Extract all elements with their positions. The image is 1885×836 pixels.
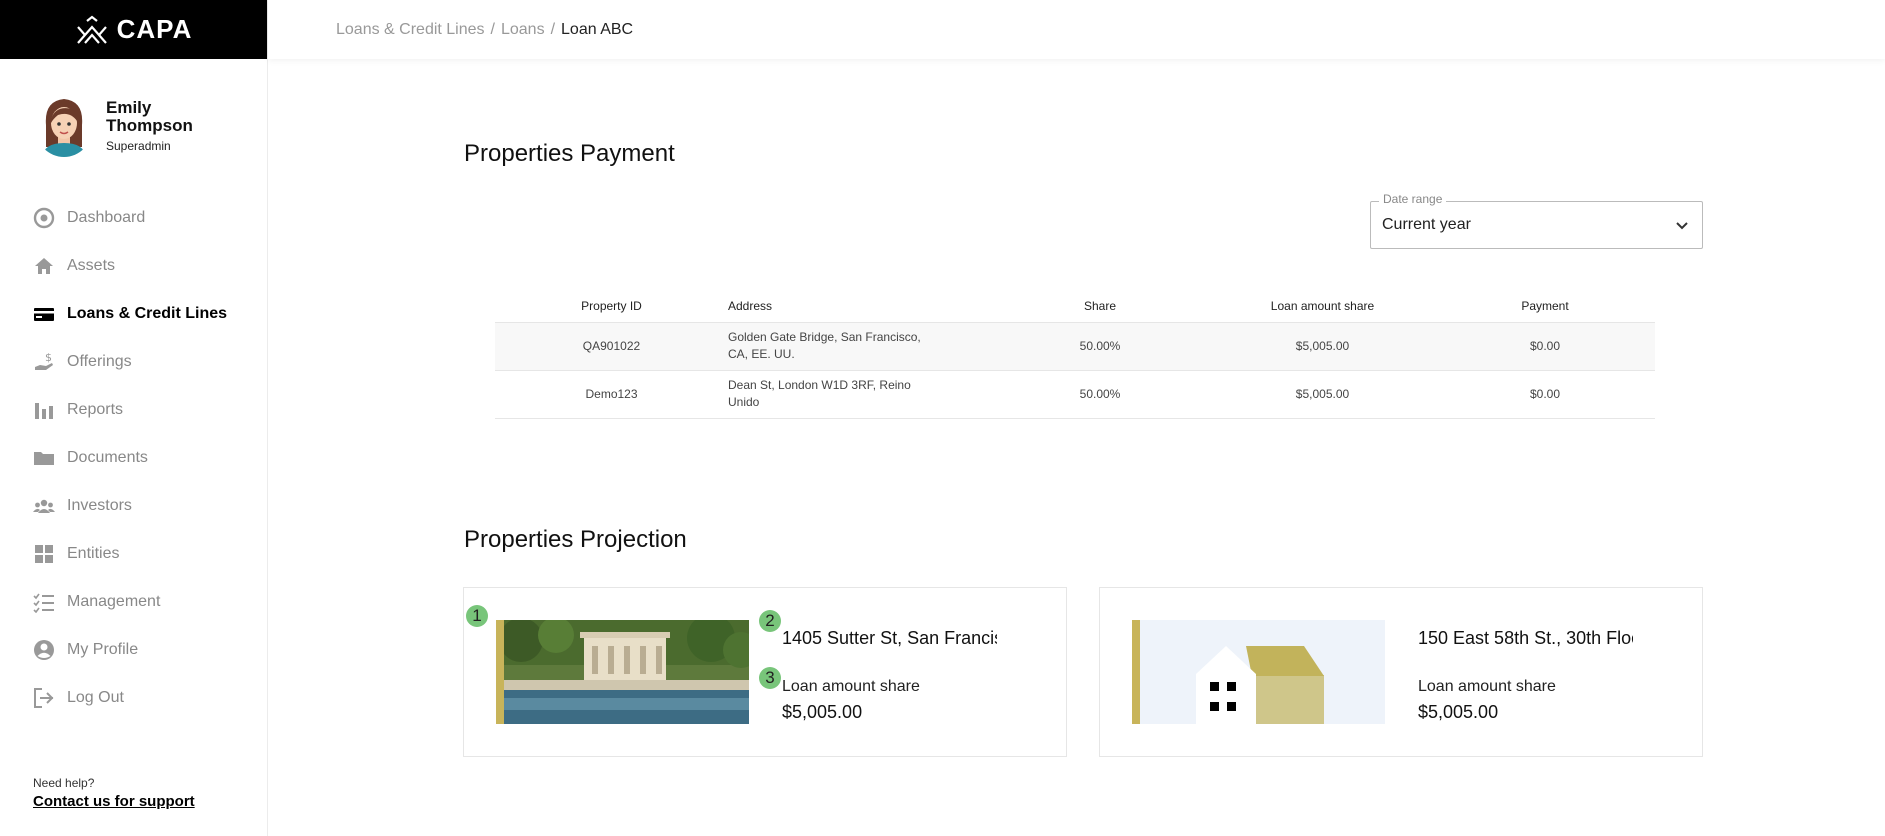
date-range-label: Date range [1379,192,1447,206]
sidebar-item-label: Management [67,593,161,610]
sidebar-item-dashboard[interactable]: Dashboard [0,194,268,242]
cell-payment: $0.00 [1435,322,1655,371]
table-header-row: Property ID Address Share Loan amount sh… [495,290,1655,323]
loan-amount-share-label: Loan amount share [1418,678,1556,695]
breadcrumb-loans-credit-lines[interactable]: Loans & Credit Lines [336,21,485,39]
sidebar-item-label: Offerings [67,353,132,370]
folder-icon [34,452,54,465]
user-circle-icon [34,640,54,660]
sidebar-item-label: Assets [67,257,116,274]
grid-icon [35,545,53,563]
annotation-marker-1: 1 [466,605,488,627]
breadcrumb-separator: / [550,20,556,38]
address-line: Dean St, London W1D 3RF, Reino [728,378,911,392]
loan-amount-share-label: Loan amount share [782,678,920,695]
sidebar-item-documents[interactable]: Documents [0,434,268,482]
loan-amount-share-value: $5,005.00 [1418,702,1499,722]
property-placeholder-image [1132,620,1385,724]
cell-share: 50.00% [990,322,1210,371]
house-icon [1132,620,1385,724]
table-row[interactable]: QA901022 Golden Gate Bridge, San Francis… [495,322,1655,371]
user-first-name: Emily [106,98,152,117]
sidebar-item-label: Reports [67,401,124,418]
breadcrumb-current: Loan ABC [561,20,634,38]
sidebar-item-label: Dashboard [67,209,146,226]
avatar [36,95,92,157]
home-icon [35,258,53,274]
payment-section-title: Properties Payment [464,140,675,167]
date-range-value: Current year [1382,216,1471,233]
table-row[interactable]: Demo123 Dean St, London W1D 3RF, Reino U… [495,370,1655,419]
annotation-marker-3: 3 [759,667,781,689]
sidebar-item-label: Investors [67,497,132,514]
cell-loan-amount-share: $5,005.00 [1210,370,1435,419]
checklist-icon [33,593,54,613]
chevron-down-icon [1676,222,1688,230]
address-line: Unido [728,395,760,409]
hand-dollar-icon: $ [35,351,53,370]
sidebar-item-label: Entities [67,545,120,562]
user-role: Superadmin [106,139,171,153]
column-header-loan-amount-share: Loan amount share [1210,290,1435,323]
contact-support-link[interactable]: Contact us for support [33,793,195,810]
property-card[interactable]: 150 East 58th St., 30th Floor Loan amoun… [1099,587,1703,757]
sidebar-item-entities[interactable]: Entities [0,530,268,578]
accent-bar [1132,620,1140,724]
breadcrumb-separator: / [490,20,495,38]
brand-name: CAPA [116,14,193,44]
sidebar-item-management[interactable]: Management [0,578,268,626]
projection-section-title: Properties Projection [464,526,687,553]
cell-address: Dean St, London W1D 3RF, Reino Unido [728,370,990,419]
breadcrumb: Loans & Credit Lines / Loans / Loan ABC [268,0,1885,59]
sidebar-item-label: My Profile [67,641,139,658]
loan-amount-share-value: $5,005.00 [782,702,863,722]
annotation-marker-2: 2 [759,610,781,632]
help-label: Need help? [33,776,95,790]
sidebar-item-loans[interactable]: Loans & Credit Lines [0,290,268,338]
sidebar-item-log-out[interactable]: Log Out [0,674,268,722]
credit-card-icon [34,308,54,321]
sidebar-item-label: Loans & Credit Lines [67,305,228,322]
column-header-share: Share [990,290,1210,323]
address-line: CA, EE. UU. [728,347,795,361]
sidebar: CAPA Emily Thompson Superadmin Dashboard [0,0,268,836]
capa-logo-icon [76,15,107,44]
column-header-address: Address [728,290,990,323]
cell-property-id: QA901022 [495,322,728,371]
bar-chart-icon [35,403,53,419]
property-image [496,620,749,724]
user-profile: Emily Thompson Superadmin [0,59,267,157]
sidebar-item-reports[interactable]: Reports [0,386,268,434]
sidebar-item-assets[interactable]: Assets [0,242,268,290]
payment-table: Property ID Address Share Loan amount sh… [495,290,1655,419]
cell-address: Golden Gate Bridge, San Francisco, CA, E… [728,322,990,371]
sidebar-item-label: Documents [67,449,148,466]
cell-loan-amount-share: $5,005.00 [1210,322,1435,371]
breadcrumb-loans[interactable]: Loans [501,21,545,39]
sidebar-item-investors[interactable]: Investors [0,482,268,530]
accent-bar [496,620,504,724]
date-range-select[interactable]: Date range Current year [1370,192,1703,249]
cell-share: 50.00% [990,370,1210,419]
property-address: 1405 Sutter St, San Francisco [782,628,997,648]
logo[interactable]: CAPA [0,0,267,59]
logout-icon [34,688,54,708]
cell-payment: $0.00 [1435,370,1655,419]
column-header-payment: Payment [1435,290,1655,323]
dashboard-icon [33,207,55,229]
property-address: 150 East 58th St., 30th Floor [1418,628,1633,648]
svg-text:$: $ [45,351,52,364]
help-section: Need help? Contact us for support [33,776,195,810]
people-icon [33,499,55,513]
address-line: Golden Gate Bridge, San Francisco, [728,330,921,344]
sidebar-item-offerings[interactable]: $ Offerings [0,338,268,386]
cell-property-id: Demo123 [495,370,728,419]
sidebar-item-label: Log Out [67,689,124,706]
user-last-name: Thompson [106,116,193,135]
sidebar-item-my-profile[interactable]: My Profile [0,626,268,674]
sidebar-nav: Dashboard Assets Loans & Credit Lines $ … [0,194,268,722]
column-header-property-id: Property ID [495,290,728,323]
